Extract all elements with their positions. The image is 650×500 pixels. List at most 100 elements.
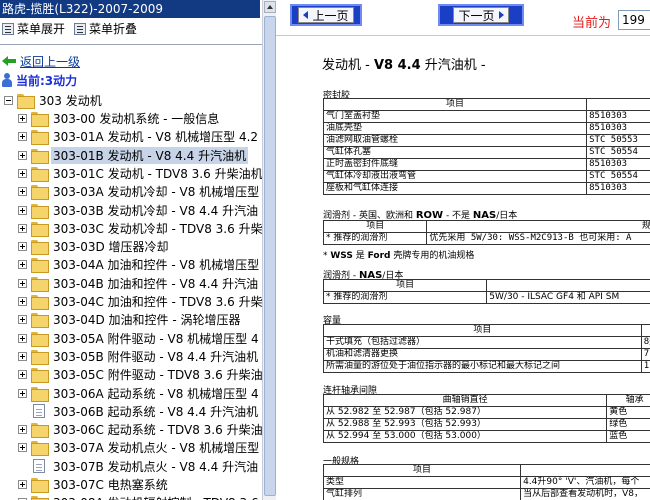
- expand-toggle-icon[interactable]: [18, 186, 27, 196]
- expand-toggle-icon[interactable]: [18, 479, 27, 489]
- tree-item[interactable]: 303-04C 加油和控件 - TDV8 3.6 升柴: [18, 292, 265, 310]
- expand-menu-label: 菜单展开: [17, 22, 66, 36]
- table-cell: STC 50554: [586, 170, 650, 183]
- tree-root[interactable]: 303 发动机: [4, 91, 104, 109]
- prev-page-label: 上一页: [312, 8, 349, 23]
- lubricant-note: * WSS 是 Ford 壳牌专用的机油规格: [323, 248, 474, 261]
- collapse-menu-button[interactable]: 菜单折叠: [74, 20, 137, 38]
- table-cell: 8510303: [586, 122, 650, 135]
- expand-toggle-icon[interactable]: [18, 369, 27, 379]
- tree-item[interactable]: 303-01B 发动机 - V8 4.4 升汽油机: [18, 146, 249, 164]
- table-cell: 8510303: [586, 158, 650, 171]
- expand-toggle-icon[interactable]: [18, 131, 27, 141]
- column-header: [486, 279, 650, 292]
- tree-item-label: 303-01A 发动机 - V8 机械增压型 4.2: [53, 129, 259, 144]
- expand-toggle-icon[interactable]: [18, 168, 27, 178]
- expand-toggle-icon[interactable]: [18, 259, 27, 269]
- tree-item-label: 303-06C 起动系统 - TDV8 3.6 升柴油: [53, 422, 263, 437]
- expand-toggle-icon[interactable]: [18, 223, 27, 233]
- back-link[interactable]: 返回上一级: [2, 53, 80, 69]
- expand-toggle-icon[interactable]: [18, 388, 27, 398]
- expand-toggle-icon[interactable]: [18, 278, 27, 288]
- column-header: 规格: [426, 220, 650, 233]
- tree-item[interactable]: 303-03D 增压器冷却: [18, 237, 171, 255]
- page-number-input[interactable]: [618, 10, 650, 30]
- general-table: 项目 类型 4.4升90° 'V'、汽油机，每个 气缸排列 当从后部查看发动机时，V8…: [322, 464, 650, 500]
- tree-item-label: 303-05C 附件驱动 - TDV8 3.6 升柴油: [53, 367, 263, 382]
- tree-item[interactable]: 303-00 发动机系统 - 一般信息: [18, 109, 221, 127]
- prev-page-button[interactable]: 上一页: [290, 4, 362, 26]
- next-page-button[interactable]: 下一页: [438, 4, 524, 26]
- tree-item[interactable]: 303-05A 附件驱动 - V8 机械增压型 4: [18, 329, 261, 347]
- table-cell: 8510303: [586, 182, 650, 195]
- note-text: 是: [352, 251, 368, 261]
- folder-icon: [31, 367, 49, 383]
- column-header: [586, 98, 650, 111]
- tree-item-label: 303-04D 加油和控件 - 涡轮增压器: [53, 312, 241, 327]
- table-cell: 当从后部查看发动机时，V8，: [520, 488, 650, 500]
- tree-item[interactable]: 303-07C 电热塞系统: [18, 475, 170, 493]
- tree-item[interactable]: 303-03B 发动机冷却 - V8 4.4 升汽油: [18, 201, 260, 219]
- table-row: 气缸排列 当从后部查看发动机时，V8，: [322, 488, 650, 500]
- table-cell: 油底壳垫: [322, 122, 588, 135]
- expand-toggle-icon[interactable]: [18, 333, 27, 343]
- tree-item[interactable]: 303-01A 发动机 - V8 机械增压型 4.2: [18, 127, 260, 145]
- tree-item[interactable]: 303-03C 发动机冷却 - TDV8 3.6 升柴: [18, 219, 265, 237]
- document-icon: [33, 404, 45, 418]
- tree-item[interactable]: 303-05C 附件驱动 - TDV8 3.6 升柴油: [18, 365, 265, 383]
- tree-item[interactable]: 303-04D 加油和控件 - 涡轮增压器: [18, 310, 243, 328]
- table-header-row: 项目: [322, 279, 650, 292]
- expand-toggle-icon[interactable]: [18, 442, 27, 452]
- expand-toggle-icon[interactable]: [18, 205, 27, 215]
- table-cell: 油滤网取油管螺栓: [322, 134, 588, 147]
- expand-toggle-icon[interactable]: [18, 314, 27, 324]
- document-icon: [33, 459, 45, 473]
- table-cell: * 推荐的润滑剂: [322, 291, 488, 304]
- tree-item[interactable]: 303-06C 起动系统 - TDV8 3.6 升柴油: [18, 420, 265, 438]
- note-text: 壳牌专用的机油规格: [390, 251, 475, 261]
- scroll-up-icon[interactable]: [264, 1, 276, 13]
- expand-toggle-icon[interactable]: [18, 150, 27, 160]
- folder-icon: [31, 257, 49, 273]
- scrollbar-thumb[interactable]: [264, 16, 276, 496]
- tree-item[interactable]: 303-06A 起动系统 - V8 机械增压型 4: [18, 384, 261, 402]
- column-header: [520, 464, 650, 477]
- arrow-right-icon: [498, 11, 504, 19]
- table-cell: * 推荐的润滑剂: [322, 232, 428, 245]
- tree-item[interactable]: 303-01C 发动机 - TDV8 3.6 升柴油机: [18, 164, 265, 182]
- column-header: 项目: [322, 220, 428, 233]
- table-cell: 机油和滤清器更换: [323, 348, 642, 361]
- expand-menu-button[interactable]: 菜单展开: [2, 20, 65, 38]
- tree-item-label: 303-01C 发动机 - TDV8 3.6 升柴油机: [53, 166, 263, 181]
- tree-item[interactable]: 303-05B 附件驱动 - V8 4.4 升汽油机: [18, 347, 260, 365]
- folder-icon: [31, 239, 49, 255]
- page-nav-bar: 上一页 下一页 当前为: [276, 0, 650, 36]
- tree-item[interactable]: 303-03A 发动机冷却 - V8 机械增压型: [18, 182, 261, 200]
- expand-toggle-icon[interactable]: [18, 424, 27, 434]
- expand-toggle-icon[interactable]: [18, 351, 27, 361]
- tree-item[interactable]: 303-07B 发动机点火 - V8 4.4 升汽油: [18, 457, 260, 475]
- table-cell: 从 52.982 至 52.987（包括 52.987）: [322, 406, 608, 419]
- tree-item[interactable]: 303-04B 加油和控件 - V8 4.4 升汽油: [18, 274, 260, 292]
- user-icon: [2, 73, 12, 87]
- column-header: 项目: [322, 464, 522, 477]
- tree-item-label: 303-07A 发动机点火 - V8 机械增压型: [53, 440, 260, 455]
- expand-toggle-icon[interactable]: [18, 296, 27, 306]
- tree-item[interactable]: 303-04A 加油和控件 - V8 机械增压型: [18, 255, 261, 273]
- document-pane: 上一页 下一页 当前为 发动机 - V8 4.4 升汽油机 - 密封胶 项目 气…: [276, 0, 650, 500]
- table-row: * 推荐的润滑剂 优先采用 5W/30: WSS-M2C913-B 也可采用: …: [322, 232, 650, 245]
- left-scrollbar[interactable]: [262, 0, 276, 500]
- folder-icon: [31, 495, 49, 500]
- expand-toggle-icon[interactable]: [18, 241, 27, 251]
- table-cell: 5W/30 - ILSAC GF4 和 API SM: [486, 291, 650, 304]
- expand-toggle-icon[interactable]: [18, 113, 27, 123]
- tree-item[interactable]: 303-06B 起动系统 - V8 4.4 升汽油机: [18, 402, 260, 420]
- table-cell: 8升: [640, 336, 650, 349]
- tree-item[interactable]: 303-07A 发动机点火 - V8 机械增压型: [18, 438, 261, 456]
- collapse-toggle-icon[interactable]: [4, 95, 13, 105]
- tree-item[interactable]: 303-08A 发动机辐射控制 - TDV8 3.6: [18, 493, 261, 500]
- sealant-table: 项目 气门室盖衬垫 8510303 油底壳垫 8510303 油滤网取油管螺栓 STC 5…: [322, 98, 650, 195]
- table-row: 油底壳垫 8510303: [322, 122, 650, 135]
- current-location: 当前:3动力: [2, 72, 77, 88]
- table-row: 干式填充（包括过滤器）8升: [323, 336, 650, 349]
